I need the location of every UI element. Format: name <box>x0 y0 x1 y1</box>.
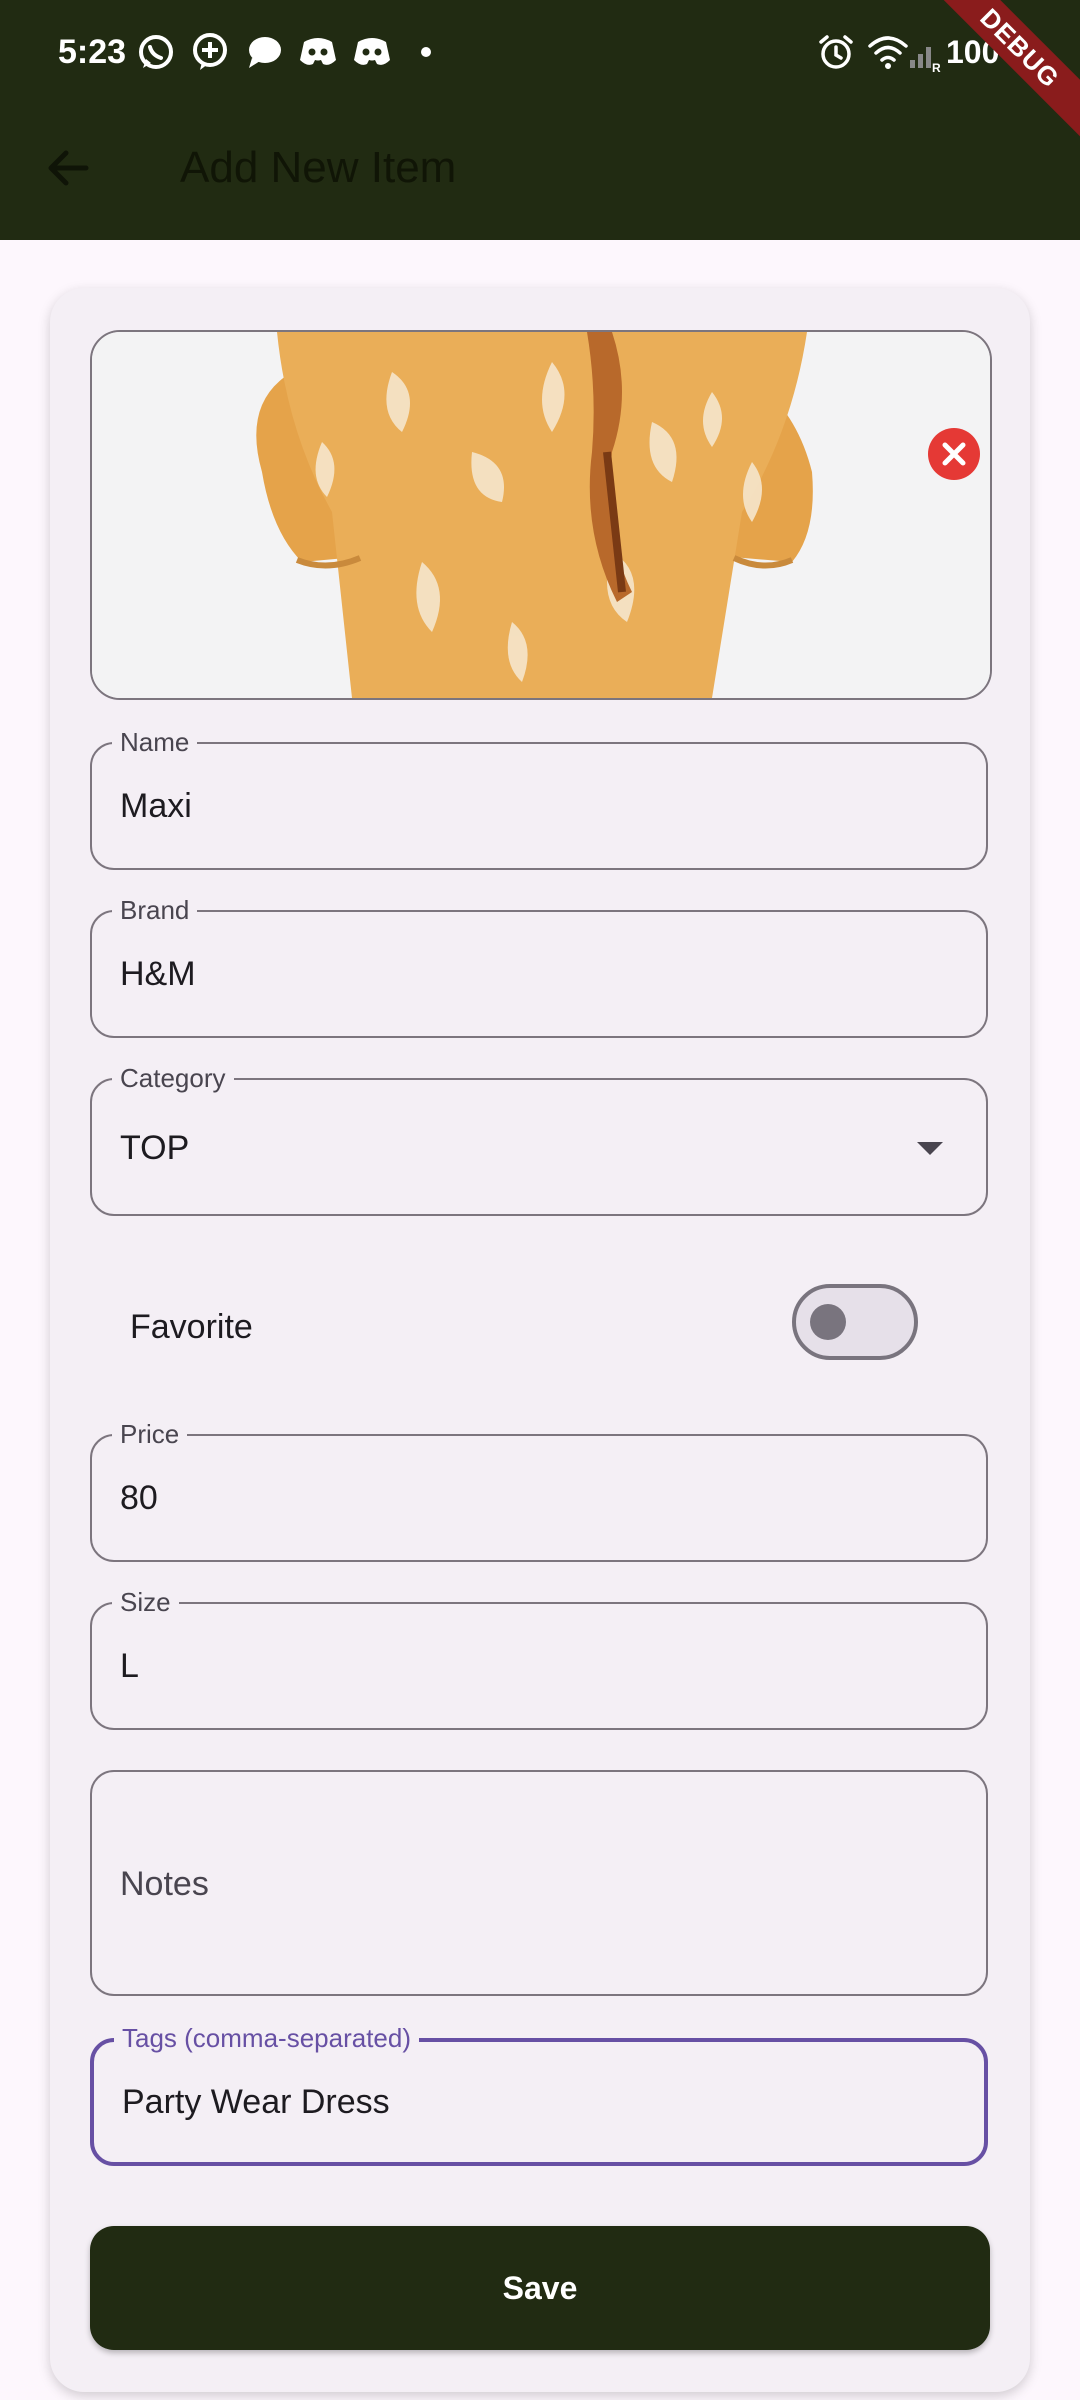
arrow-back-icon <box>48 150 89 186</box>
price-field[interactable]: Price 80 <box>90 1418 988 1562</box>
status-bar: 5:23 R 100 <box>0 0 1080 104</box>
discord-icon <box>296 30 340 74</box>
favorite-switch[interactable] <box>792 1284 918 1360</box>
tags-value: Party Wear Dress <box>122 2083 390 2121</box>
name-label: Name <box>112 726 198 758</box>
tags-label: Tags (comma-separated) <box>114 2022 419 2054</box>
switch-thumb <box>810 1304 846 1340</box>
name-value: Maxi <box>120 787 192 825</box>
chat-plus-icon <box>188 30 232 74</box>
brand-label: Brand <box>112 894 198 926</box>
close-circle-icon <box>942 442 966 466</box>
size-label: Size <box>112 1586 179 1618</box>
image-preview[interactable] <box>90 330 992 700</box>
discord-icon <box>350 30 394 74</box>
brand-value: H&M <box>120 955 196 993</box>
whatsapp-icon <box>134 30 178 74</box>
category-label: Category <box>112 1062 234 1094</box>
status-time: 5:23 <box>58 33 127 71</box>
svg-text:R: R <box>932 61 941 74</box>
back-button[interactable] <box>36 136 100 200</box>
signal-icon: R <box>906 30 950 75</box>
dropdown-arrow-icon <box>914 1132 946 1164</box>
price-value: 80 <box>120 1479 158 1517</box>
name-field[interactable]: Name Maxi <box>90 726 988 870</box>
alarm-icon <box>814 30 858 74</box>
tags-field[interactable]: Tags (comma-separated) Party Wear Dress <box>90 2022 988 2166</box>
form-card: Name Maxi Brand H&M Category TOP Favorit… <box>50 288 1030 2392</box>
favorite-label: Favorite <box>130 1308 253 1346</box>
brand-field[interactable]: Brand H&M <box>90 894 988 1038</box>
category-value: TOP <box>120 1129 190 1167</box>
message-bubble-icon <box>242 30 286 74</box>
page-title: Add New Item <box>180 143 457 192</box>
price-label: Price <box>112 1418 188 1450</box>
remove-image-button[interactable] <box>928 428 980 480</box>
size-value: L <box>120 1647 139 1685</box>
notes-placeholder: Notes <box>120 1865 209 1903</box>
size-field[interactable]: Size L <box>90 1586 988 1730</box>
dot-icon <box>404 30 448 74</box>
notes-field[interactable]: Notes <box>90 1770 988 1996</box>
category-dropdown[interactable]: Category TOP <box>90 1062 988 1216</box>
app-bar: 5:23 R 100 DEBUG Add New Item <box>0 0 1080 240</box>
wifi-icon <box>866 30 910 74</box>
save-button[interactable]: Save <box>90 2226 990 2350</box>
dress-image <box>92 332 990 698</box>
